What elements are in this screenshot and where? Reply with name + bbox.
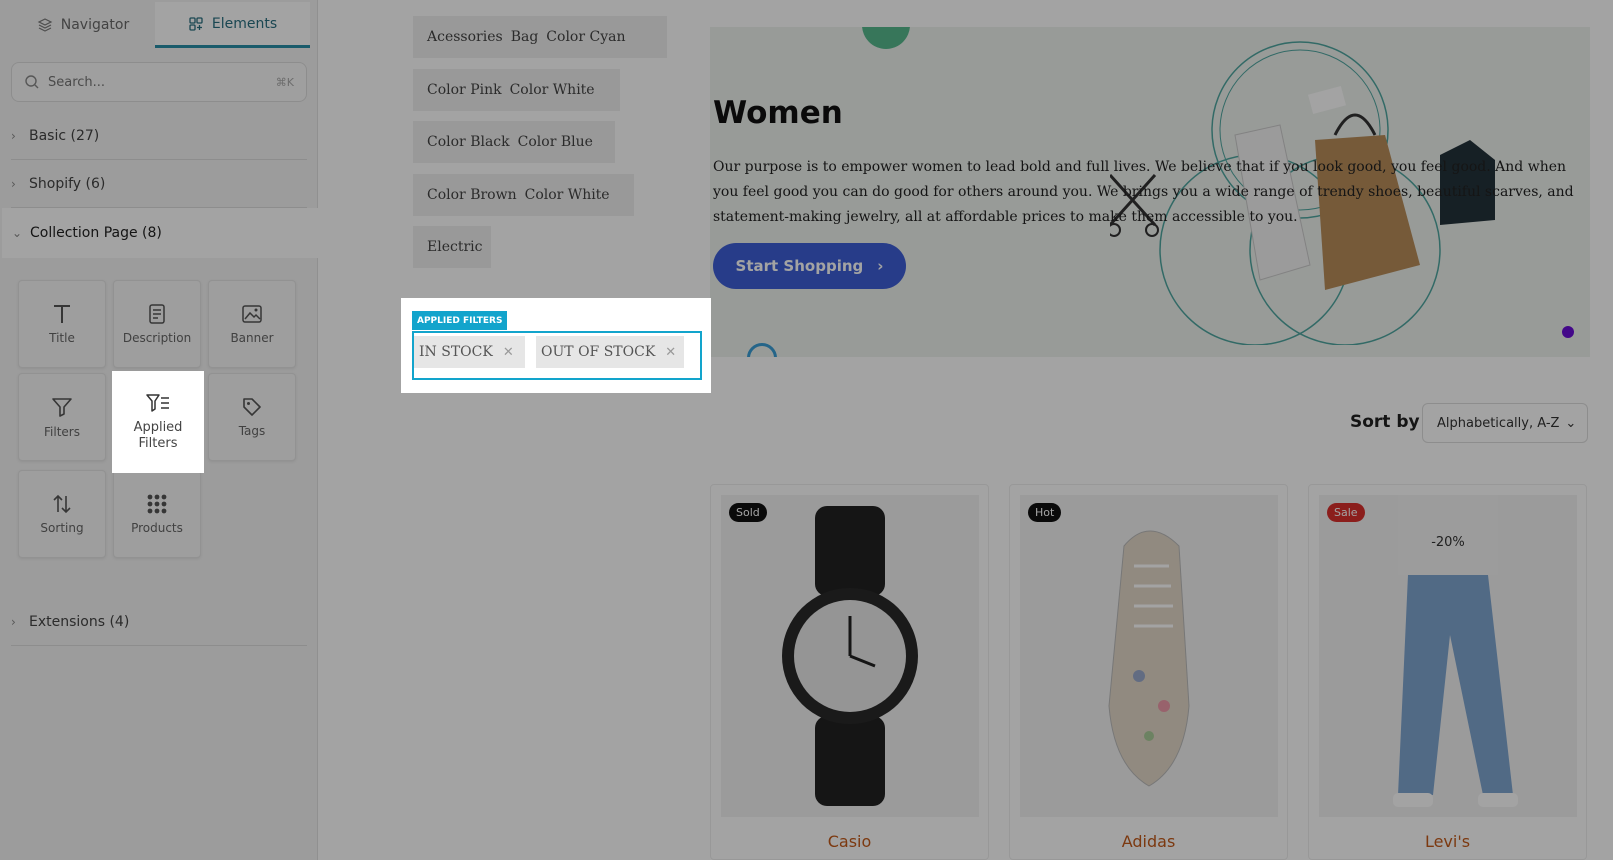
decor-ring <box>747 343 777 357</box>
section-basic[interactable]: › Basic (27) <box>11 112 307 160</box>
decor-dot <box>1562 326 1574 338</box>
element-card-tags[interactable]: Tags <box>208 373 296 461</box>
element-card-banner[interactable]: Banner <box>208 280 296 368</box>
search-icon <box>25 75 39 89</box>
chevron-down-icon: ⌄ <box>12 226 23 240</box>
element-card-title[interactable]: Title <box>18 280 106 368</box>
tag-item[interactable]: Bag <box>511 29 539 45</box>
close-icon[interactable]: ✕ <box>665 345 676 360</box>
element-card-description-label: Description <box>122 331 192 345</box>
section-shopify[interactable]: › Shopify (6) <box>11 160 307 208</box>
section-collection-page[interactable]: ⌄ Collection Page (8) <box>2 208 318 258</box>
element-card-products-label: Products <box>131 521 183 535</box>
sort-value: Alphabetically, A-Z <box>1437 415 1560 431</box>
element-card-title-label: Title <box>49 331 75 345</box>
grid-icon <box>147 494 167 514</box>
hero-description: Our purpose is to empower women to lead … <box>713 159 1574 225</box>
section-extensions[interactable]: › Extensions (4) <box>11 598 307 646</box>
tag-item[interactable]: Color Black <box>427 134 510 150</box>
product-card[interactable]: Hot Adidas <box>1009 484 1288 860</box>
product-name[interactable]: Casio <box>711 832 988 851</box>
product-card[interactable]: Sale -20% Levi's <box>1308 484 1587 860</box>
tag-row: Electric <box>413 226 491 268</box>
hero-title: Women <box>713 95 843 131</box>
start-shopping-label: Start Shopping <box>735 257 864 275</box>
title-icon <box>54 305 70 323</box>
tab-navigator-label: Navigator <box>60 17 130 33</box>
tab-navigator[interactable]: Navigator <box>10 2 156 48</box>
status-badge: Hot <box>1028 503 1062 522</box>
tag-item[interactable]: Acessories <box>427 29 503 45</box>
chevron-right-icon: › <box>877 257 884 275</box>
tag-item[interactable]: Color Brown <box>427 187 517 203</box>
tag-item[interactable]: Color Pink <box>427 82 502 98</box>
close-icon[interactable]: ✕ <box>503 345 514 360</box>
sort-select[interactable]: Alphabetically, A-Z ⌄ <box>1422 403 1588 443</box>
search-input[interactable] <box>48 74 268 90</box>
section-shopify-label: Shopify (6) <box>29 175 106 192</box>
tag-row: Acessories Bag Color Cyan <box>413 16 667 58</box>
banner-icon <box>242 305 262 323</box>
product-image: Sale -20% <box>1319 495 1577 817</box>
tag-icon <box>243 398 261 416</box>
chevron-right-icon: › <box>11 614 16 629</box>
tag-row: Color Black Color Blue <box>413 121 615 163</box>
filter-chip-in-stock[interactable]: IN STOCK ✕ <box>414 336 525 368</box>
product-name[interactable]: Levi's <box>1309 832 1586 851</box>
filter-icon <box>52 398 72 417</box>
product-image: Hot <box>1020 495 1278 817</box>
chevron-down-icon: ⌄ <box>1565 415 1577 431</box>
product-image: Sold <box>721 495 979 817</box>
product-card[interactable]: Sold Casio <box>710 484 989 860</box>
section-extensions-label: Extensions (4) <box>29 613 130 630</box>
section-collection-page-label: Collection Page (8) <box>30 225 162 241</box>
element-card-applied-filters-label: Applied Filters <box>133 420 183 451</box>
applied-filters-icon <box>146 394 169 412</box>
element-card-tags-label: Tags <box>238 424 266 438</box>
discount-label: -20% <box>1431 535 1465 550</box>
applied-filters-widget[interactable]: IN STOCK ✕ OUT OF STOCK ✕ <box>412 331 702 380</box>
element-card-description[interactable]: Description <box>113 280 201 368</box>
product-name[interactable]: Adidas <box>1010 832 1287 851</box>
layers-icon <box>37 18 53 32</box>
status-badge: Sale <box>1327 503 1365 522</box>
tag-item[interactable]: Electric <box>427 239 482 255</box>
collection-banner: Women Our purpose is to empower women to… <box>710 27 1590 357</box>
section-basic-label: Basic (27) <box>29 127 100 144</box>
chevron-right-icon: › <box>11 176 16 191</box>
decor-circle <box>862 27 910 49</box>
filter-chip-label: OUT OF STOCK <box>541 344 656 360</box>
element-card-sorting-label: Sorting <box>40 521 84 535</box>
search-shortcut: ⌘K <box>275 75 294 89</box>
tag-item[interactable]: Color White <box>510 82 595 98</box>
element-card-applied-filters[interactable]: Applied Filters <box>112 371 204 473</box>
status-badge: Sold <box>729 503 767 522</box>
sort-icon <box>53 494 71 514</box>
elements-icon <box>189 16 203 31</box>
tag-item[interactable]: Color Cyan <box>546 29 625 45</box>
element-card-banner-label: Banner <box>230 331 274 345</box>
description-icon <box>149 304 165 324</box>
watch-image <box>782 506 918 806</box>
chevron-right-icon: › <box>11 128 16 143</box>
tag-item[interactable]: Color White <box>525 187 610 203</box>
element-card-filters[interactable]: Filters <box>18 373 106 461</box>
tab-elements-label: Elements <box>211 15 278 32</box>
tag-item[interactable]: Color Blue <box>518 134 593 150</box>
element-card-products[interactable]: Products <box>113 470 201 558</box>
tag-row: Color Pink Color White <box>413 69 620 111</box>
filter-chip-out-of-stock[interactable]: OUT OF STOCK ✕ <box>536 336 684 368</box>
tag-row: Color Brown Color White <box>413 174 634 216</box>
element-card-sorting[interactable]: Sorting <box>18 470 106 558</box>
filter-chip-label: IN STOCK <box>419 344 493 360</box>
applied-filters-badge: APPLIED FILTERS <box>412 311 508 330</box>
search-box: ⌘K <box>11 62 307 102</box>
sort-label: Sort by <box>1350 412 1420 432</box>
start-shopping-button[interactable]: Start Shopping › <box>713 243 906 289</box>
sneaker-image <box>1108 530 1190 787</box>
tab-elements[interactable]: Elements <box>155 2 310 48</box>
element-card-filters-label: Filters <box>44 425 80 439</box>
